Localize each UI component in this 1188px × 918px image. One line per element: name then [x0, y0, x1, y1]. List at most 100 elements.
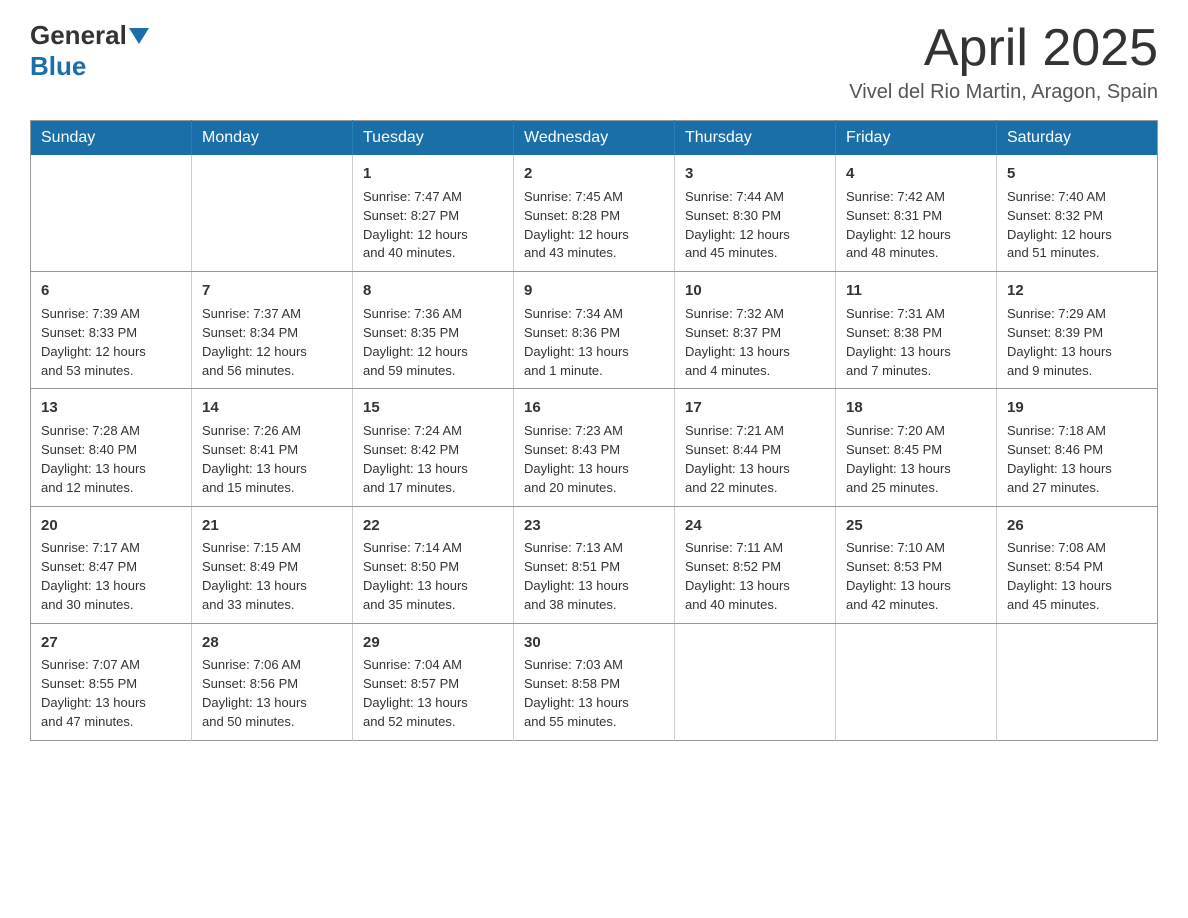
- day-number: 11: [846, 280, 986, 302]
- day-number: 30: [524, 632, 664, 654]
- day-number: 23: [524, 515, 664, 537]
- day-number: 6: [41, 280, 181, 302]
- location-title: Vivel del Rio Martin, Aragon, Spain: [849, 81, 1158, 104]
- day-number: 3: [685, 163, 825, 185]
- day-info: Sunrise: 7:42 AMSunset: 8:31 PMDaylight:…: [846, 188, 986, 263]
- day-info: Sunrise: 7:26 AMSunset: 8:41 PMDaylight:…: [202, 422, 342, 497]
- logo: General Blue: [30, 20, 151, 82]
- calendar-cell: [836, 623, 997, 740]
- day-number: 8: [363, 280, 503, 302]
- day-info: Sunrise: 7:32 AMSunset: 8:37 PMDaylight:…: [685, 305, 825, 380]
- day-number: 13: [41, 397, 181, 419]
- day-info: Sunrise: 7:11 AMSunset: 8:52 PMDaylight:…: [685, 539, 825, 614]
- calendar-cell: 24Sunrise: 7:11 AMSunset: 8:52 PMDayligh…: [675, 506, 836, 623]
- weekday-header-monday: Monday: [192, 121, 353, 156]
- day-info: Sunrise: 7:40 AMSunset: 8:32 PMDaylight:…: [1007, 188, 1147, 263]
- day-number: 28: [202, 632, 342, 654]
- day-info: Sunrise: 7:13 AMSunset: 8:51 PMDaylight:…: [524, 539, 664, 614]
- calendar-cell: 26Sunrise: 7:08 AMSunset: 8:54 PMDayligh…: [997, 506, 1158, 623]
- calendar-cell: 7 Sunrise: 7:37 AMSunset: 8:34 PMDaylight…: [192, 272, 353, 389]
- day-info: Sunrise: 7:31 AMSunset: 8:38 PMDaylight:…: [846, 305, 986, 380]
- day-number: 9: [524, 280, 664, 302]
- calendar-cell: 16 Sunrise: 7:23 AMSunset: 8:43 PMDayligh…: [514, 389, 675, 506]
- day-info: Sunrise: 7:34 AMSunset: 8:36 PMDaylight:…: [524, 305, 664, 380]
- day-info: Sunrise: 7:47 AMSunset: 8:27 PMDaylight:…: [363, 188, 503, 263]
- day-info: Sunrise: 7:15 AMSunset: 8:49 PMDaylight:…: [202, 539, 342, 614]
- calendar-cell: 17 Sunrise: 7:21 AMSunset: 8:44 PMDayligh…: [675, 389, 836, 506]
- calendar-week-row: 27Sunrise: 7:07 AMSunset: 8:55 PMDayligh…: [31, 623, 1158, 740]
- calendar-cell: 15Sunrise: 7:24 AMSunset: 8:42 PMDayligh…: [353, 389, 514, 506]
- calendar-cell: [675, 623, 836, 740]
- calendar-week-row: 13 Sunrise: 7:28 AMSunset: 8:40 PMDayligh…: [31, 389, 1158, 506]
- weekday-header-tuesday: Tuesday: [353, 121, 514, 156]
- day-number: 17: [685, 397, 825, 419]
- day-number: 22: [363, 515, 503, 537]
- day-info: Sunrise: 7:14 AMSunset: 8:50 PMDaylight:…: [363, 539, 503, 614]
- day-number: 10: [685, 280, 825, 302]
- day-info: Sunrise: 7:39 AMSunset: 8:33 PMDaylight:…: [41, 305, 181, 380]
- calendar-cell: 13 Sunrise: 7:28 AMSunset: 8:40 PMDayligh…: [31, 389, 192, 506]
- day-info: Sunrise: 7:45 AMSunset: 8:28 PMDaylight:…: [524, 188, 664, 263]
- day-info: Sunrise: 7:06 AMSunset: 8:56 PMDaylight:…: [202, 656, 342, 731]
- calendar-cell: [31, 155, 192, 272]
- calendar-table: SundayMondayTuesdayWednesdayThursdayFrid…: [30, 120, 1158, 741]
- calendar-cell: 22Sunrise: 7:14 AMSunset: 8:50 PMDayligh…: [353, 506, 514, 623]
- day-number: 2: [524, 163, 664, 185]
- calendar-cell: [997, 623, 1158, 740]
- calendar-cell: 12Sunrise: 7:29 AMSunset: 8:39 PMDayligh…: [997, 272, 1158, 389]
- day-info: Sunrise: 7:20 AMSunset: 8:45 PMDaylight:…: [846, 422, 986, 497]
- day-info: Sunrise: 7:29 AMSunset: 8:39 PMDaylight:…: [1007, 305, 1147, 380]
- calendar-cell: 6 Sunrise: 7:39 AMSunset: 8:33 PMDaylight…: [31, 272, 192, 389]
- calendar-cell: 8 Sunrise: 7:36 AMSunset: 8:35 PMDaylight…: [353, 272, 514, 389]
- calendar-cell: 21Sunrise: 7:15 AMSunset: 8:49 PMDayligh…: [192, 506, 353, 623]
- calendar-cell: 2 Sunrise: 7:45 AMSunset: 8:28 PMDaylight…: [514, 155, 675, 272]
- calendar-cell: 23Sunrise: 7:13 AMSunset: 8:51 PMDayligh…: [514, 506, 675, 623]
- day-number: 7: [202, 280, 342, 302]
- day-info: Sunrise: 7:08 AMSunset: 8:54 PMDaylight:…: [1007, 539, 1147, 614]
- calendar-week-row: 1 Sunrise: 7:47 AMSunset: 8:27 PMDaylight…: [31, 155, 1158, 272]
- day-number: 5: [1007, 163, 1147, 185]
- day-number: 19: [1007, 397, 1147, 419]
- day-info: Sunrise: 7:17 AMSunset: 8:47 PMDaylight:…: [41, 539, 181, 614]
- day-number: 18: [846, 397, 986, 419]
- day-number: 1: [363, 163, 503, 185]
- day-info: Sunrise: 7:28 AMSunset: 8:40 PMDaylight:…: [41, 422, 181, 497]
- calendar-cell: 3 Sunrise: 7:44 AMSunset: 8:30 PMDaylight…: [675, 155, 836, 272]
- weekday-header-wednesday: Wednesday: [514, 121, 675, 156]
- day-info: Sunrise: 7:36 AMSunset: 8:35 PMDaylight:…: [363, 305, 503, 380]
- logo-arrow-icon: [129, 28, 149, 44]
- calendar-week-row: 20Sunrise: 7:17 AMSunset: 8:47 PMDayligh…: [31, 506, 1158, 623]
- weekday-header-saturday: Saturday: [997, 121, 1158, 156]
- calendar-cell: 29Sunrise: 7:04 AMSunset: 8:57 PMDayligh…: [353, 623, 514, 740]
- calendar-week-row: 6 Sunrise: 7:39 AMSunset: 8:33 PMDaylight…: [31, 272, 1158, 389]
- calendar-cell: 28Sunrise: 7:06 AMSunset: 8:56 PMDayligh…: [192, 623, 353, 740]
- calendar-cell: [192, 155, 353, 272]
- calendar-cell: 9 Sunrise: 7:34 AMSunset: 8:36 PMDaylight…: [514, 272, 675, 389]
- month-title: April 2025: [849, 20, 1158, 77]
- day-number: 24: [685, 515, 825, 537]
- weekday-header-thursday: Thursday: [675, 121, 836, 156]
- calendar-cell: 25Sunrise: 7:10 AMSunset: 8:53 PMDayligh…: [836, 506, 997, 623]
- calendar-cell: 30Sunrise: 7:03 AMSunset: 8:58 PMDayligh…: [514, 623, 675, 740]
- calendar-cell: 20Sunrise: 7:17 AMSunset: 8:47 PMDayligh…: [31, 506, 192, 623]
- day-number: 14: [202, 397, 342, 419]
- calendar-cell: 19Sunrise: 7:18 AMSunset: 8:46 PMDayligh…: [997, 389, 1158, 506]
- day-info: Sunrise: 7:10 AMSunset: 8:53 PMDaylight:…: [846, 539, 986, 614]
- calendar-cell: 27Sunrise: 7:07 AMSunset: 8:55 PMDayligh…: [31, 623, 192, 740]
- day-number: 21: [202, 515, 342, 537]
- page-header: General Blue April 2025 Vivel del Rio Ma…: [30, 20, 1158, 104]
- day-info: Sunrise: 7:21 AMSunset: 8:44 PMDaylight:…: [685, 422, 825, 497]
- calendar-cell: 1 Sunrise: 7:47 AMSunset: 8:27 PMDaylight…: [353, 155, 514, 272]
- day-number: 4: [846, 163, 986, 185]
- weekday-header-row: SundayMondayTuesdayWednesdayThursdayFrid…: [31, 121, 1158, 156]
- day-info: Sunrise: 7:23 AMSunset: 8:43 PMDaylight:…: [524, 422, 664, 497]
- day-info: Sunrise: 7:37 AMSunset: 8:34 PMDaylight:…: [202, 305, 342, 380]
- day-info: Sunrise: 7:03 AMSunset: 8:58 PMDaylight:…: [524, 656, 664, 731]
- day-number: 16: [524, 397, 664, 419]
- day-number: 15: [363, 397, 503, 419]
- day-number: 20: [41, 515, 181, 537]
- day-number: 27: [41, 632, 181, 654]
- weekday-header-sunday: Sunday: [31, 121, 192, 156]
- day-info: Sunrise: 7:44 AMSunset: 8:30 PMDaylight:…: [685, 188, 825, 263]
- day-info: Sunrise: 7:07 AMSunset: 8:55 PMDaylight:…: [41, 656, 181, 731]
